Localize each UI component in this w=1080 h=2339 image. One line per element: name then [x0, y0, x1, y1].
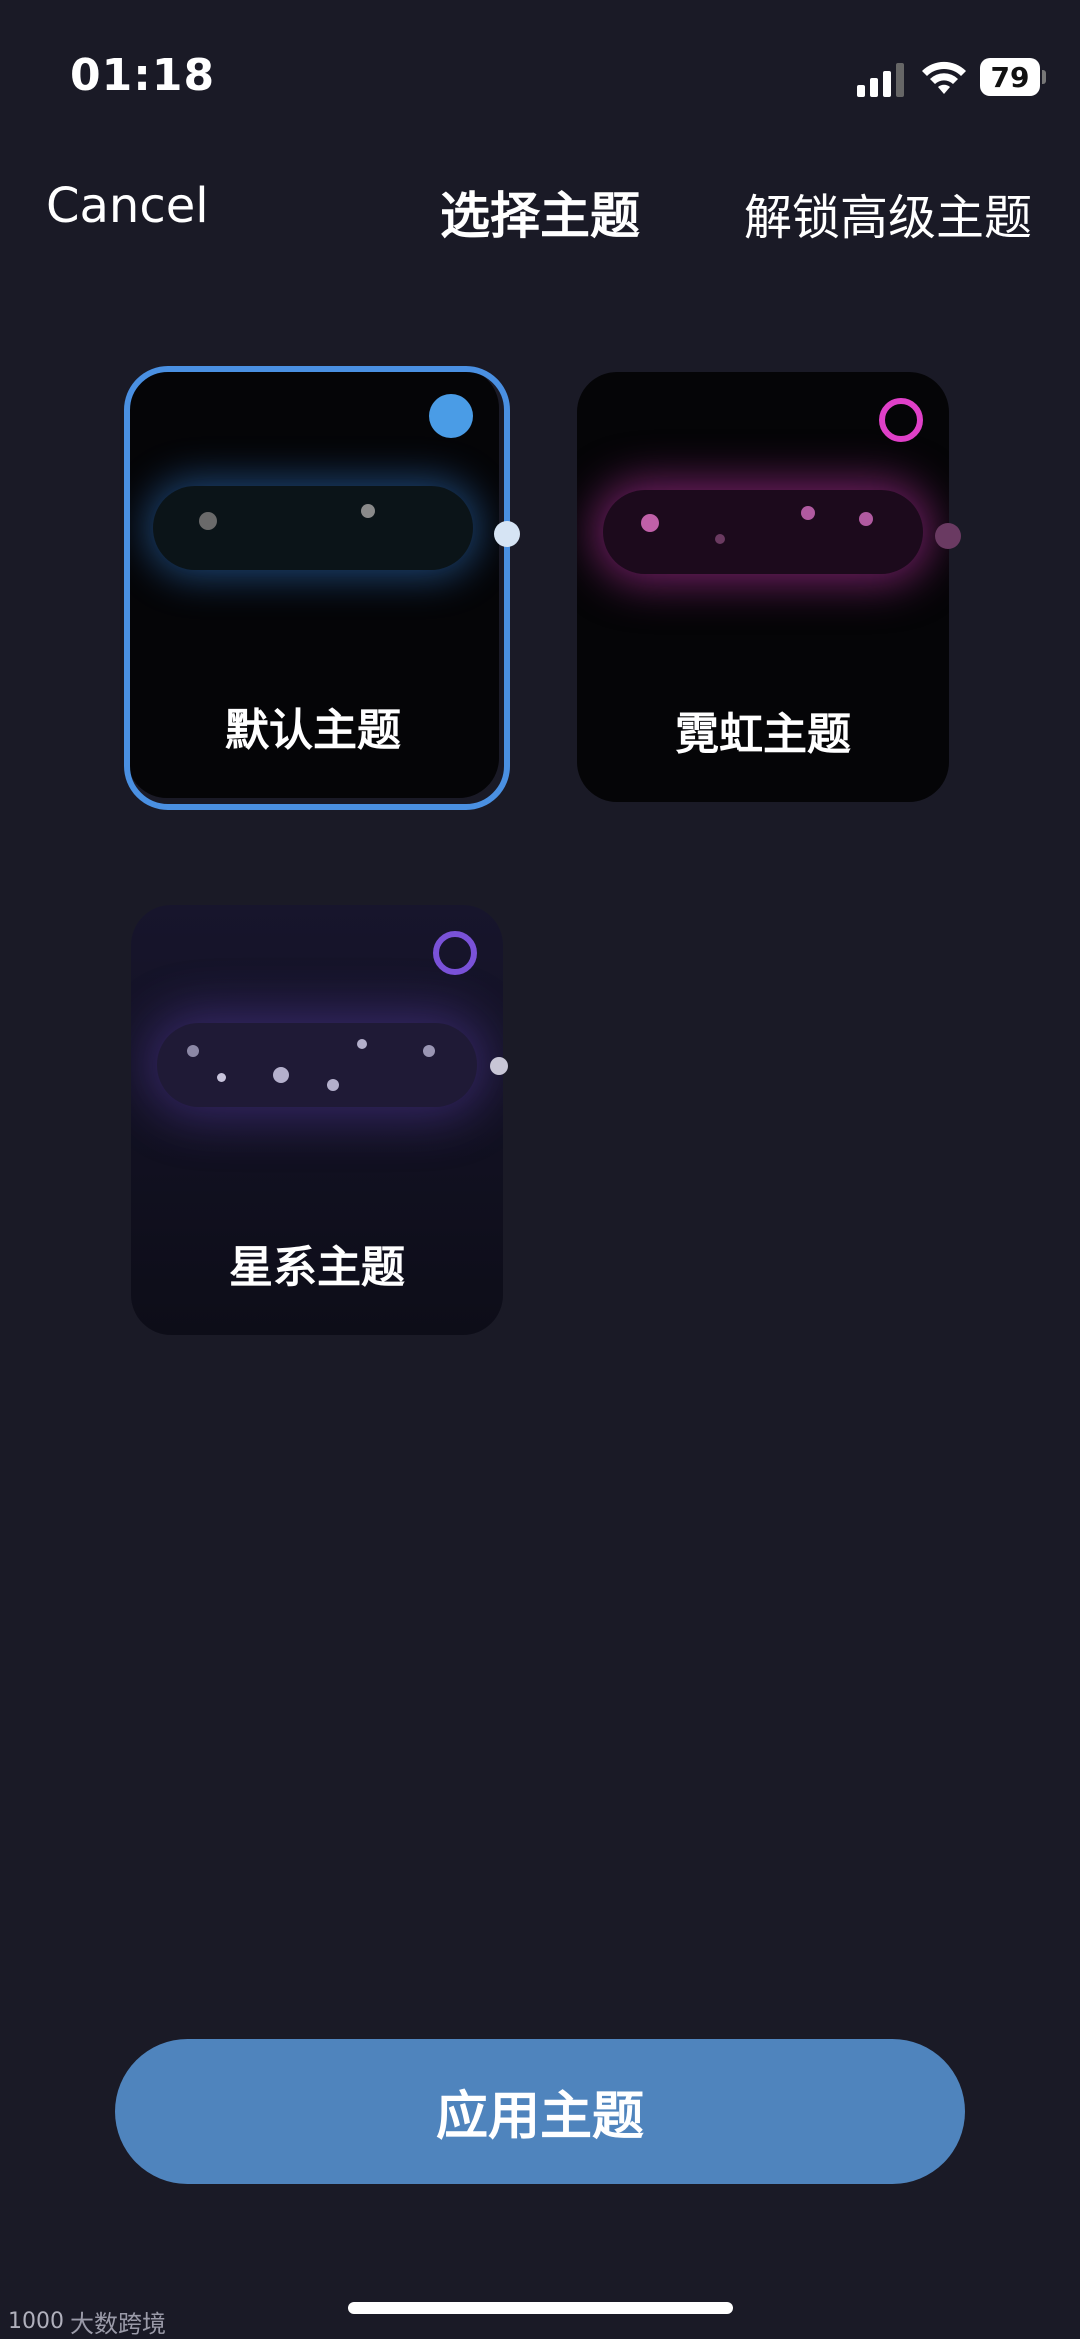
preview-dot: [327, 1079, 339, 1091]
cellular-signal-icon: [857, 63, 904, 97]
preview-dot: [361, 504, 375, 518]
apply-theme-button[interactable]: 应用主题: [115, 2039, 965, 2184]
preview-dot: [273, 1067, 289, 1083]
theme-card-galaxy[interactable]: 星系主题: [131, 905, 503, 1335]
theme-label: 星系主题: [229, 1242, 405, 1293]
preview-pill: [603, 490, 923, 574]
cancel-button[interactable]: Cancel: [46, 178, 209, 234]
radio-selected-icon: [429, 394, 473, 438]
wifi-icon: [922, 61, 966, 94]
watermark-logo: 1000: [8, 2309, 64, 2334]
preview-dot: [199, 512, 217, 530]
preview-pill: [153, 486, 473, 570]
theme-card-default[interactable]: 默认主题: [127, 368, 499, 798]
radio-unselected-icon: [433, 931, 477, 975]
theme-label: 默认主题: [225, 705, 401, 756]
preview-dot: [494, 521, 520, 547]
preview-dot: [217, 1073, 226, 1082]
radio-unselected-icon: [879, 398, 923, 442]
preview-dot: [490, 1057, 508, 1075]
preview-dot: [423, 1045, 435, 1057]
preview-dot: [357, 1039, 367, 1049]
battery-level: 79: [980, 58, 1040, 96]
battery-icon: 79: [980, 58, 1046, 98]
home-indicator[interactable]: [348, 2302, 733, 2314]
unlock-premium-themes-button[interactable]: 解锁高级主题: [744, 178, 1032, 248]
watermark: 1000 大数跨境: [8, 2304, 166, 2339]
watermark-text: 大数跨境: [70, 2310, 166, 2338]
preview-dot: [187, 1045, 199, 1057]
preview-dot: [935, 523, 961, 549]
preview-dot: [859, 512, 873, 526]
theme-picker-screen: 01:18 79 Cancel 选择主题 解锁高级主题 默认主题 霓虹主题 星系…: [0, 0, 1080, 2339]
status-time: 01:18: [70, 50, 216, 101]
preview-pill: [157, 1023, 477, 1107]
preview-dot: [641, 514, 659, 532]
theme-label: 霓虹主题: [675, 709, 851, 760]
preview-dot: [801, 506, 815, 520]
preview-dot: [715, 534, 725, 544]
theme-card-neon[interactable]: 霓虹主题: [577, 372, 949, 802]
